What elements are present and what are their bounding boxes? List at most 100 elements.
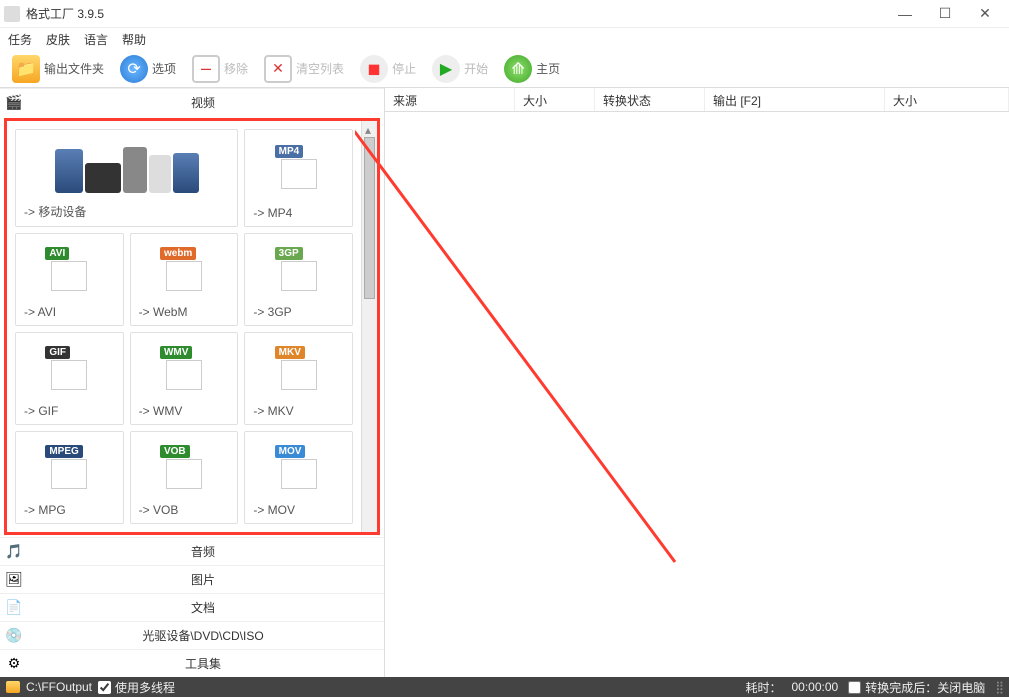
video-formats-grid: -> 移动设备 MP4 -> MP4 AVI -> AVI webm -> We… bbox=[7, 121, 361, 532]
audio-icon: 🎵 bbox=[4, 543, 24, 561]
multithread-label: 使用多线程 bbox=[115, 679, 175, 696]
output-folder-button[interactable]: 📁 输出文件夹 bbox=[8, 53, 108, 85]
elapsed-label: 耗时： bbox=[745, 679, 781, 696]
category-audio[interactable]: 🎵 音频 bbox=[0, 537, 384, 565]
category-tools[interactable]: ⚙ 工具集 bbox=[0, 649, 384, 677]
after-convert-label: 转换完成后：关闭电脑 bbox=[865, 679, 985, 696]
devices-icon bbox=[42, 143, 212, 193]
tile-3gp-label: -> 3GP bbox=[253, 301, 344, 319]
document-icon: 📄 bbox=[4, 599, 24, 617]
output-folder-label: 输出文件夹 bbox=[44, 60, 104, 77]
tile-mobile[interactable]: -> 移动设备 bbox=[15, 129, 238, 227]
minimize-button[interactable]: — bbox=[885, 2, 925, 26]
tile-wmv[interactable]: WMV -> WMV bbox=[130, 332, 239, 425]
wmv-icon: WMV bbox=[160, 346, 208, 394]
options-button[interactable]: ⟳ 选项 bbox=[116, 53, 180, 85]
tile-mobile-label: -> 移动设备 bbox=[24, 199, 229, 220]
stop-label: 停止 bbox=[392, 60, 416, 77]
stop-button[interactable]: ◼ 停止 bbox=[356, 53, 420, 85]
status-output-path[interactable]: C:\FFOutput bbox=[26, 680, 92, 694]
clear-icon bbox=[264, 55, 292, 83]
grid-scrollbar[interactable] bbox=[361, 121, 377, 532]
menu-skin[interactable]: 皮肤 bbox=[46, 31, 70, 48]
tools-icon: ⚙ bbox=[4, 655, 24, 673]
main-area: 🎬 视频 -> 移动设备 MP4 -> MP4 AVI -> AVI webm bbox=[0, 88, 1009, 677]
category-disc[interactable]: 💿 光驱设备\DVD\CD\ISO bbox=[0, 621, 384, 649]
category-video-label: 视频 bbox=[26, 94, 380, 111]
multithread-checkbox[interactable] bbox=[98, 681, 111, 694]
menu-task[interactable]: 任务 bbox=[8, 31, 32, 48]
app-icon bbox=[4, 6, 20, 22]
gear-icon: ⟳ bbox=[120, 55, 148, 83]
home-label: 主页 bbox=[536, 60, 560, 77]
status-bar: C:\FFOutput 使用多线程 耗时： 00:00:00 转换完成后：关闭电… bbox=[0, 677, 1009, 697]
category-disc-label: 光驱设备\DVD\CD\ISO bbox=[26, 627, 380, 644]
resize-grip[interactable]: ⣿ bbox=[995, 680, 1003, 694]
th-size2[interactable]: 大小 bbox=[885, 88, 1009, 111]
tile-avi[interactable]: AVI -> AVI bbox=[15, 233, 124, 326]
elapsed-value: 00:00:00 bbox=[791, 680, 838, 694]
gif-icon: GIF bbox=[45, 346, 93, 394]
tile-vob[interactable]: VOB -> VOB bbox=[130, 431, 239, 524]
tile-3gp[interactable]: 3GP -> 3GP bbox=[244, 233, 353, 326]
tile-avi-label: -> AVI bbox=[24, 301, 115, 319]
tile-mkv-label: -> MKV bbox=[253, 400, 344, 418]
th-source[interactable]: 来源 bbox=[385, 88, 515, 111]
th-state[interactable]: 转换状态 bbox=[595, 88, 705, 111]
remove-button[interactable]: 移除 bbox=[188, 53, 252, 85]
folder-icon: 📁 bbox=[12, 55, 40, 83]
stop-icon: ◼ bbox=[360, 55, 388, 83]
maximize-button[interactable]: ☐ bbox=[925, 2, 965, 26]
after-convert-toggle[interactable]: 转换完成后：关闭电脑 bbox=[848, 679, 985, 696]
task-table-header: 来源 大小 转换状态 输出 [F2] 大小 bbox=[385, 88, 1009, 112]
tile-mov-label: -> MOV bbox=[253, 499, 344, 517]
start-button[interactable]: ▶ 开始 bbox=[428, 53, 492, 85]
tile-mpg-label: -> MPG bbox=[24, 499, 115, 517]
window-titlebar: 格式工厂 3.9.5 — ☐ ✕ bbox=[0, 0, 1009, 28]
category-video[interactable]: 🎬 视频 bbox=[0, 88, 384, 116]
tile-wmv-label: -> WMV bbox=[139, 400, 230, 418]
multithread-toggle[interactable]: 使用多线程 bbox=[98, 679, 175, 696]
th-size[interactable]: 大小 bbox=[515, 88, 595, 111]
tile-gif-label: -> GIF bbox=[24, 400, 115, 418]
status-folder-icon[interactable] bbox=[6, 681, 20, 693]
remove-icon bbox=[192, 55, 220, 83]
after-convert-checkbox[interactable] bbox=[848, 681, 861, 694]
play-icon: ▶ bbox=[432, 55, 460, 83]
left-panel: 🎬 视频 -> 移动设备 MP4 -> MP4 AVI -> AVI webm bbox=[0, 88, 385, 677]
tile-vob-label: -> VOB bbox=[139, 499, 230, 517]
category-image[interactable]: 🖼 图片 bbox=[0, 565, 384, 593]
disc-icon: 💿 bbox=[4, 627, 24, 645]
tile-mpg[interactable]: MPEG -> MPG bbox=[15, 431, 124, 524]
start-label: 开始 bbox=[464, 60, 488, 77]
category-image-label: 图片 bbox=[26, 571, 380, 588]
tile-webm-label: -> WebM bbox=[139, 301, 230, 319]
right-panel: 来源 大小 转换状态 输出 [F2] 大小 bbox=[385, 88, 1009, 677]
tile-mkv[interactable]: MKV -> MKV bbox=[244, 332, 353, 425]
image-icon: 🖼 bbox=[4, 571, 24, 589]
close-button[interactable]: ✕ bbox=[965, 2, 1005, 26]
mkv-icon: MKV bbox=[275, 346, 323, 394]
category-audio-label: 音频 bbox=[26, 543, 380, 560]
toolbar: 📁 输出文件夹 ⟳ 选项 移除 清空列表 ◼ 停止 ▶ 开始 ⟰ 主页 bbox=[0, 50, 1009, 88]
category-tools-label: 工具集 bbox=[26, 655, 380, 672]
tile-mov[interactable]: MOV -> MOV bbox=[244, 431, 353, 524]
th-output[interactable]: 输出 [F2] bbox=[705, 88, 885, 111]
menu-help[interactable]: 帮助 bbox=[122, 31, 146, 48]
home-button[interactable]: ⟰ 主页 bbox=[500, 53, 564, 85]
threegp-icon: 3GP bbox=[275, 247, 323, 295]
video-icon: 🎬 bbox=[4, 94, 24, 112]
avi-icon: AVI bbox=[45, 247, 93, 295]
tile-mp4[interactable]: MP4 -> MP4 bbox=[244, 129, 353, 227]
clear-label: 清空列表 bbox=[296, 60, 344, 77]
annotation-arrow bbox=[355, 122, 735, 602]
task-table-body[interactable] bbox=[385, 112, 1009, 677]
clear-button[interactable]: 清空列表 bbox=[260, 53, 348, 85]
options-label: 选项 bbox=[152, 60, 176, 77]
category-document[interactable]: 📄 文档 bbox=[0, 593, 384, 621]
menu-lang[interactable]: 语言 bbox=[84, 31, 108, 48]
tile-gif[interactable]: GIF -> GIF bbox=[15, 332, 124, 425]
tile-webm[interactable]: webm -> WebM bbox=[130, 233, 239, 326]
window-title: 格式工厂 3.9.5 bbox=[26, 5, 885, 22]
tile-mp4-label: -> MP4 bbox=[253, 202, 344, 220]
